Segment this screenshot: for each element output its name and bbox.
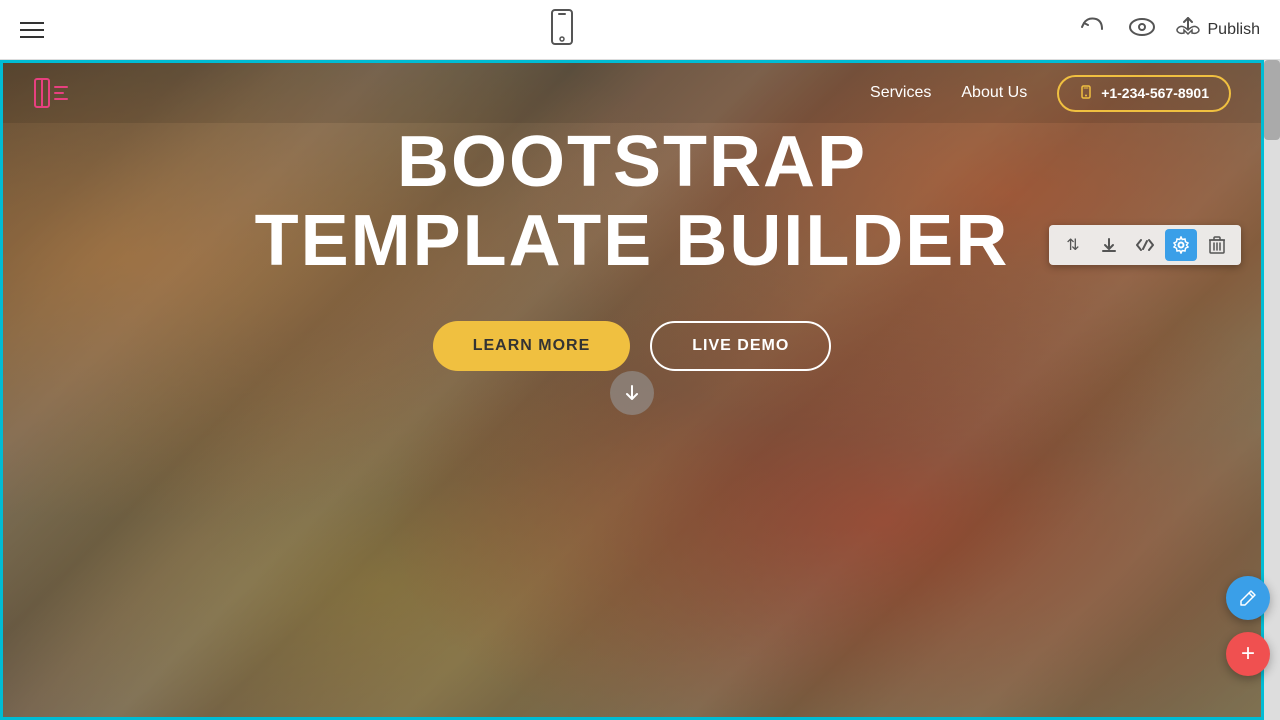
scroll-down [3,371,1261,435]
nav-about[interactable]: About Us [961,84,1027,102]
hero-title-line2: TEMPLATE BUILDER [255,201,1010,281]
section-delete-tool[interactable] [1201,229,1233,261]
upload-icon [1176,16,1200,44]
fab-add-button[interactable]: + [1226,632,1270,676]
nav-links: Services About Us +1-234-567-8901 [870,75,1231,112]
section-download-tool[interactable] [1093,229,1125,261]
scrollbar-thumb[interactable] [1264,60,1280,140]
hero-buttons: LEARN MORE LIVE DEMO [433,321,832,371]
phone-number: +1-234-567-8901 [1101,85,1209,101]
toolbar-right: Publish [1080,15,1260,45]
logo [33,75,69,111]
phone-button[interactable]: +1-234-567-8901 [1057,75,1231,112]
canvas-area: Services About Us +1-234-567-8901 ⇅ [0,60,1280,720]
publish-label: Publish [1208,21,1260,39]
scroll-down-button[interactable] [610,371,654,415]
hero-title: BOOTSTRAP TEMPLATE BUILDER [255,123,1010,281]
live-demo-button[interactable]: LIVE DEMO [650,321,831,371]
scrollbar-track[interactable] [1264,60,1280,720]
preview-icon[interactable] [1128,17,1156,43]
nav-services[interactable]: Services [870,84,931,102]
learn-more-button[interactable]: LEARN MORE [433,321,631,371]
hero-title-line1: BOOTSTRAP [397,122,867,202]
section-code-tool[interactable] [1129,229,1161,261]
hamburger-menu[interactable] [20,22,44,38]
fab-edit-button[interactable] [1226,576,1270,620]
preview-navbar: Services About Us +1-234-567-8901 [3,63,1261,123]
section-settings-tool[interactable] [1165,229,1197,261]
logo-icon [33,75,69,111]
section-move-tool[interactable]: ⇅ [1057,229,1089,261]
add-icon: + [1241,640,1255,668]
website-preview: Services About Us +1-234-567-8901 ⇅ [0,60,1264,720]
section-toolbar: ⇅ [1049,225,1241,265]
toolbar: Publish [0,0,1280,60]
publish-button[interactable]: Publish [1176,16,1260,44]
toolbar-left [20,22,44,38]
mobile-device-icon[interactable] [550,9,574,51]
undo-icon[interactable] [1080,15,1108,45]
toolbar-center [550,9,574,51]
phone-icon [1079,85,1093,102]
